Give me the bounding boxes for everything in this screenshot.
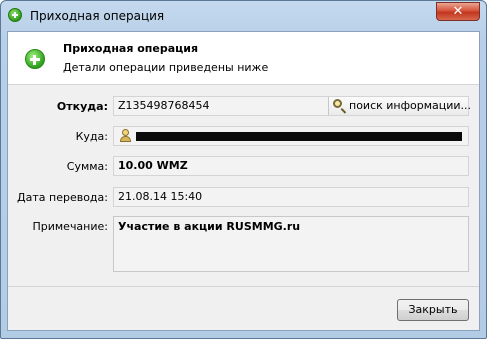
to-field[interactable] xyxy=(113,126,469,146)
from-label: Откуда: xyxy=(56,100,108,113)
redacted-recipient xyxy=(136,132,462,141)
from-field[interactable]: Z135498768454 поиск информации... xyxy=(113,96,472,116)
plus-circle-icon xyxy=(25,49,45,69)
search-info-label: поиск информации... xyxy=(349,99,472,112)
person-icon xyxy=(119,129,131,142)
header-subtitle: Детали операции приведены ниже xyxy=(63,61,269,74)
plus-circle-icon xyxy=(8,8,22,22)
footer-divider xyxy=(8,286,479,287)
dialog-header: Приходная операция Детали операции приве… xyxy=(8,32,479,85)
magnifier-icon xyxy=(333,99,342,108)
date-field[interactable]: 21.08.14 15:40 xyxy=(113,187,469,207)
search-info-button[interactable]: поиск информации... xyxy=(328,97,472,115)
note-label: Примечание: xyxy=(32,220,108,233)
header-title: Приходная операция xyxy=(63,42,199,55)
to-label: Куда: xyxy=(75,130,108,143)
dialog-body: Приходная операция Детали операции приве… xyxy=(7,31,480,331)
window-title: Приходная операция xyxy=(30,9,165,23)
amount-field[interactable]: 10.00 WMZ xyxy=(113,156,469,176)
note-field[interactable]: Участие в акции RUSMMG.ru xyxy=(113,216,469,272)
note-value: Участие в акции RUSMMG.ru xyxy=(118,220,301,233)
date-value: 21.08.14 15:40 xyxy=(118,190,203,203)
dialog-window: Приходная операция ✕ Приходная операция … xyxy=(0,0,487,339)
close-button[interactable]: Закрыть xyxy=(397,299,469,321)
date-label: Дата перевода: xyxy=(17,191,108,204)
window-close-button[interactable]: ✕ xyxy=(436,2,480,21)
amount-label: Сумма: xyxy=(66,160,108,173)
close-icon: ✕ xyxy=(452,4,464,19)
amount-value: 10.00 WMZ xyxy=(118,159,188,172)
title-bar[interactable]: Приходная операция ✕ xyxy=(1,1,486,31)
from-value: Z135498768454 xyxy=(118,99,210,112)
